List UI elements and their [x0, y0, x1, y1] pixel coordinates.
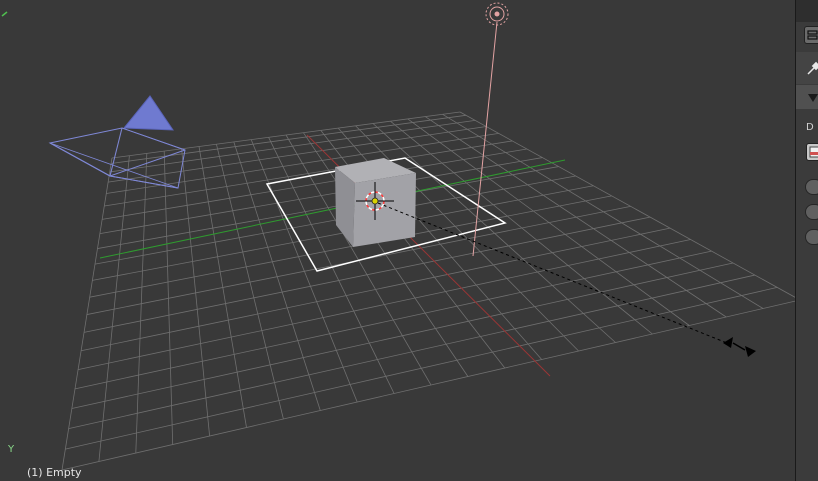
y-axis-line: [99, 159, 566, 259]
lamp-object[interactable]: [485, 2, 509, 26]
grid-line: [61, 300, 795, 471]
panel-round-button-1[interactable]: [805, 179, 818, 195]
collapse-arrow-icon[interactable]: [808, 94, 818, 102]
grid-line: [98, 155, 130, 462]
axis-indicator-icon: [1, 11, 8, 17]
panel-round-button-3[interactable]: [805, 229, 818, 245]
floor-grid: [61, 111, 795, 471]
cube-front-face: [353, 173, 416, 247]
grid-line: [181, 148, 210, 437]
panel-pin-row: [796, 52, 818, 84]
3d-viewport[interactable]: Y (1) Empty: [0, 0, 795, 481]
panel-truncated-label: D: [806, 122, 814, 133]
grid-line: [216, 144, 284, 420]
viewport-canvas[interactable]: [0, 0, 795, 481]
grid-line: [424, 116, 727, 318]
lamp-line: [472, 21, 498, 257]
pin-icon[interactable]: [806, 60, 818, 76]
transform-cursor-icon: [723, 337, 756, 357]
grid-line: [61, 157, 113, 471]
grid-line: [459, 111, 795, 298]
axis-y-label: Y: [8, 444, 15, 455]
grid-line: [198, 146, 247, 428]
grid-line: [407, 118, 690, 326]
panel-header-strip: [796, 0, 818, 22]
selected-object-status: (1) Empty: [27, 466, 82, 479]
properties-icon[interactable]: [804, 26, 818, 44]
grid-line: [390, 120, 653, 335]
transform-guide-line: [377, 202, 728, 344]
camera-triangle-icon: [122, 95, 174, 131]
grid-line: [442, 113, 764, 309]
blender-window: Y (1) Empty D: [0, 0, 818, 481]
panel-section-header[interactable]: [796, 85, 818, 109]
texture-icon[interactable]: [806, 143, 818, 161]
panel-round-button-2[interactable]: [805, 204, 818, 220]
